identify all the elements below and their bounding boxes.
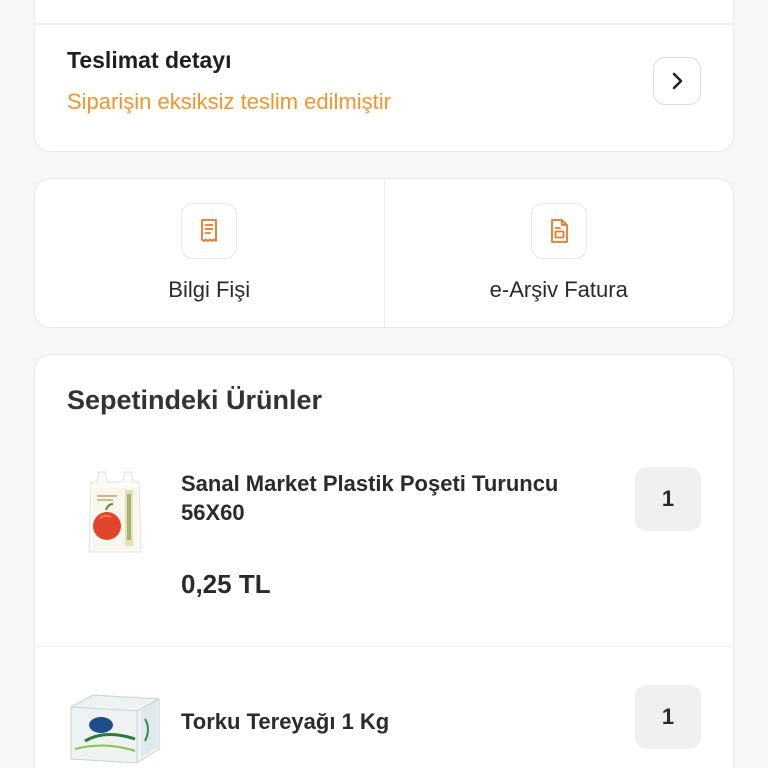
- document-item-bilgi-fisi[interactable]: Bilgi Fişi: [35, 179, 384, 327]
- section-title: Sepetindeki Ürünler: [67, 385, 323, 415]
- plastic-bag-image: [65, 461, 165, 561]
- butter-package-image: [65, 679, 165, 768]
- documents-card: Bilgi Fişi e-Arşiv Fatura: [34, 178, 734, 328]
- product-row[interactable]: Torku Tereyağı 1 Kg 1: [35, 647, 733, 768]
- product-name: Sanal Market Plastik Poşeti Turuncu 56X6…: [181, 471, 559, 525]
- document-label: Bilgi Fişi: [168, 277, 251, 302]
- document-label: e-Arşiv Fatura: [489, 277, 628, 302]
- quantity-box: 1: [635, 685, 701, 749]
- delivery-status: Siparişin eksiksiz teslim edilmiştir: [67, 89, 391, 114]
- invoice-document-icon: [530, 203, 587, 259]
- quantity-box: 1: [635, 467, 701, 531]
- delivery-card[interactable]: Teslimat detayı Siparişin eksiksiz tesli…: [34, 0, 734, 152]
- divider: [35, 23, 733, 25]
- delivery-details-button[interactable]: [653, 57, 701, 105]
- product-row[interactable]: Sanal Market Plastik Poşeti Turuncu 56X6…: [35, 445, 733, 647]
- cart-products-card: Sepetindeki Ürünler Sanal Market Plastik…: [34, 354, 734, 768]
- product-price: 0,25 TL: [181, 569, 271, 599]
- chevron-right-icon: [672, 72, 683, 90]
- product-name: Torku Tereyağı 1 Kg: [181, 709, 390, 734]
- delivery-title: Teslimat detayı: [67, 47, 232, 73]
- receipt-icon: [181, 203, 238, 259]
- document-item-e-arsiv-fatura[interactable]: e-Arşiv Fatura: [383, 179, 734, 327]
